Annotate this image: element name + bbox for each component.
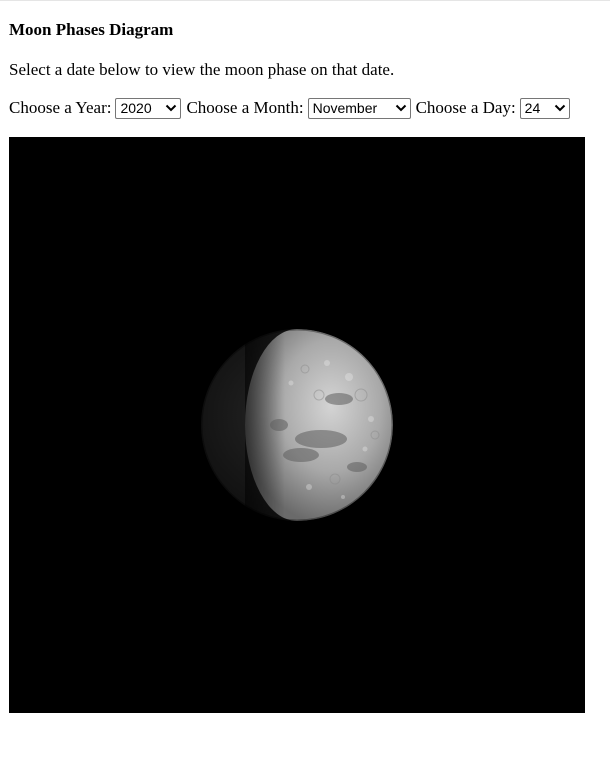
month-label: Choose a Month:	[186, 98, 304, 117]
month-select[interactable]: November	[307, 97, 411, 119]
year-label: Choose a Year:	[9, 98, 112, 117]
date-controls: Choose a Year: 2020 Choose a Month: Nove…	[9, 97, 575, 119]
page-title: Moon Phases Diagram	[9, 20, 174, 39]
chevron-down-icon	[554, 104, 565, 112]
month-select-value: November	[312, 99, 378, 116]
moon-lit-side	[245, 329, 393, 521]
day-label: Choose a Day:	[415, 98, 516, 117]
chevron-down-icon	[166, 104, 177, 112]
year-select-value: 2020	[120, 99, 152, 116]
moon-phase-image	[200, 328, 394, 522]
year-select[interactable]: 2020	[115, 97, 182, 119]
top-divider	[0, 0, 610, 1]
moon-phase-canvas	[9, 137, 585, 713]
day-select-value: 24	[524, 99, 541, 116]
intro-text: Select a date below to view the moon pha…	[9, 60, 395, 79]
day-select[interactable]: 24	[519, 97, 570, 119]
chevron-down-icon	[395, 104, 406, 112]
